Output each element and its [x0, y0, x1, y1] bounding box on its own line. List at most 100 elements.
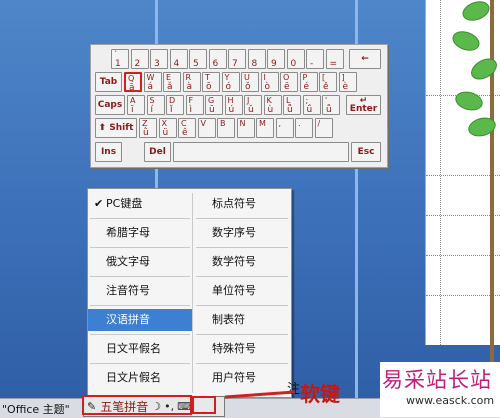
menu-item-label: 数学符号: [212, 255, 256, 268]
keyboard-key[interactable]: 8: [247, 49, 266, 69]
key-top-char: .: [298, 119, 301, 128]
key-top-char: Z: [142, 119, 148, 128]
keyboard-key[interactable]: [ě: [319, 72, 337, 92]
key-top-char: ;: [305, 96, 309, 105]
keyboard-key[interactable]: Kù: [263, 95, 282, 115]
keyboard-key[interactable]: =: [325, 49, 344, 69]
keyboard-key[interactable]: B: [217, 118, 235, 138]
keyboard-key[interactable]: ; ǘ: [302, 95, 321, 115]
key-bottom-char: è: [342, 82, 349, 92]
keyboard-key[interactable]: ,: [275, 118, 294, 138]
del-key[interactable]: Del: [144, 142, 171, 162]
keyboard-key[interactable]: 5: [189, 49, 207, 69]
key-bottom-char: ǔ: [248, 105, 254, 115]
annotation-callout: 软键: [300, 382, 340, 406]
dotted-guide: [440, 0, 441, 345]
esc-key[interactable]: Esc: [351, 142, 381, 162]
key-bottom-char: 3: [154, 59, 160, 69]
keyboard-key[interactable]: ' ǚ: [322, 95, 340, 115]
keyboard-key[interactable]: Jǔ: [244, 95, 262, 115]
key-top-char: `: [114, 50, 118, 59]
key-bottom-char: 1: [115, 59, 121, 69]
key-bottom-char: 7: [232, 59, 238, 69]
key-top-char: Y: [224, 73, 230, 82]
keyboard-key[interactable]: Dǐ: [166, 95, 184, 115]
keyboard-key[interactable]: Iò: [260, 72, 279, 92]
dotted-guide: [426, 215, 500, 216]
menu-item[interactable]: 数字序号: [194, 222, 290, 244]
keyboard-key[interactable]: Sí: [146, 95, 165, 115]
keyboard-key[interactable]: N: [236, 118, 255, 138]
shift-key[interactable]: ⬆ Shift: [95, 118, 137, 138]
menu-item-label: 俄文字母: [106, 255, 150, 268]
backspace-key[interactable]: ←: [349, 49, 381, 69]
menu-item[interactable]: ✔ PC键盘: [88, 193, 192, 215]
key-bottom-char: ǜ: [143, 128, 149, 138]
menu-item[interactable]: 日文平假名: [88, 338, 192, 360]
menu-item[interactable]: 特殊符号: [194, 338, 290, 360]
keyboard-key[interactable]: Qā: [124, 72, 142, 93]
keyboard-key[interactable]: V: [197, 118, 216, 138]
keyboard-key[interactable]: Oē: [280, 72, 298, 92]
keyboard-key[interactable]: 4: [169, 49, 188, 69]
keyboard-key[interactable]: Uǒ: [241, 72, 259, 92]
tab-key[interactable]: Tab: [95, 72, 122, 92]
keyboard-key[interactable]: Xü: [158, 118, 177, 138]
key-top-char: W: [146, 73, 155, 82]
menu-item[interactable]: 俄文字母: [88, 251, 192, 273]
key-bottom-char: ǘ: [306, 105, 313, 115]
key-top-char: K: [266, 96, 272, 105]
menu-item[interactable]: 用户符号: [194, 367, 290, 389]
menu-item[interactable]: 数学符号: [194, 251, 290, 273]
keyboard-key[interactable]: M: [256, 118, 274, 138]
keyboard-key[interactable]: ] è: [338, 72, 357, 92]
keyboard-key[interactable]: Gū: [205, 95, 223, 115]
enter-key[interactable]: ↵ Enter: [346, 95, 381, 115]
key-bottom-char: ǒ: [245, 82, 251, 92]
key-bottom-char: é: [303, 82, 310, 92]
keyboard-key[interactable]: 6: [208, 49, 227, 69]
menu-item[interactable]: 汉语拼音: [88, 309, 192, 331]
keyboard-key[interactable]: Pé: [299, 72, 318, 92]
theme-name: "Office 主题": [2, 403, 70, 416]
menu-item-label: 汉语拼音: [106, 313, 150, 326]
keyboard-key[interactable]: Wá: [143, 72, 162, 92]
menu-item[interactable]: 单位符号: [194, 280, 290, 302]
checkmark-icon: ✔: [94, 197, 104, 210]
caps-key[interactable]: Caps: [95, 95, 125, 115]
keyboard-key[interactable]: -: [306, 49, 324, 69]
keyboard-key[interactable]: Cê: [178, 118, 196, 138]
keyboard-key[interactable]: Aī: [127, 95, 145, 115]
keyboard-key[interactable]: 3: [150, 49, 168, 69]
menu-separator: [90, 363, 190, 364]
ins-key[interactable]: Ins: [95, 142, 122, 162]
key-top-char: M: [259, 119, 266, 128]
keyboard-key[interactable]: 7: [228, 49, 246, 69]
keyboard-key[interactable]: Hú: [224, 95, 243, 115]
space-key[interactable]: [173, 142, 349, 162]
keyboard-key[interactable]: /: [314, 118, 333, 138]
keyboard-key[interactable]: Yó: [221, 72, 240, 92]
menu-item[interactable]: 制表符: [194, 309, 290, 331]
menu-item[interactable]: 希腊字母: [88, 222, 192, 244]
keyboard-key[interactable]: Rà: [182, 72, 201, 92]
key-top-char: D: [169, 96, 176, 105]
keyboard-key[interactable]: Lǖ: [283, 95, 301, 115]
keyboard-key[interactable]: .: [295, 118, 313, 138]
keyboard-key[interactable]: Tō: [202, 72, 220, 92]
menu-item[interactable]: 标点符号: [194, 193, 290, 215]
keyboard-key[interactable]: 0: [286, 49, 305, 69]
key-bottom-char: ē: [284, 82, 290, 92]
menu-item[interactable]: 日文片假名: [88, 367, 192, 389]
keyboard-key[interactable]: ` 1: [111, 49, 129, 69]
keyboard-key[interactable]: 9: [267, 49, 285, 69]
menu-item[interactable]: 注音符号: [88, 280, 192, 302]
key-bottom-char: ù: [267, 105, 274, 115]
keyboard-key[interactable]: 2: [130, 49, 149, 69]
key-top-char: P: [302, 73, 308, 82]
keyboard-key[interactable]: Zǜ: [139, 118, 157, 138]
key-bottom-char: ǚ: [326, 105, 332, 115]
keyboard-key[interactable]: Fì: [185, 95, 204, 115]
menu-separator: [196, 276, 288, 277]
keyboard-key[interactable]: Eǎ: [163, 72, 181, 92]
